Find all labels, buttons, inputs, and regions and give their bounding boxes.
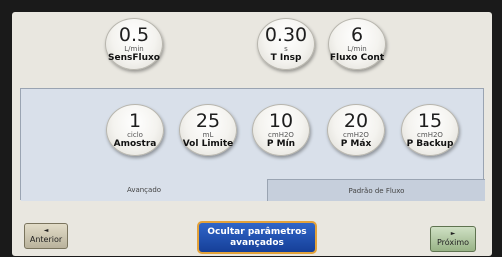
knob-label: SensFluxo <box>108 53 160 63</box>
knob-label: Fluxo Cont <box>329 53 385 63</box>
arrow-right-icon: ► <box>450 230 456 237</box>
knob-unit: L/min <box>347 45 367 53</box>
knob-value: 1 <box>128 110 142 132</box>
tab-advanced[interactable]: Avançado <box>21 179 267 201</box>
arrow-left-icon: ◄ <box>43 227 49 234</box>
knob-value: 0.30 <box>264 24 308 46</box>
knob-p-min[interactable]: 10 cmH2O P Mín <box>252 104 310 156</box>
knob-unit: L/min <box>124 45 144 53</box>
knob-label: Vol Limite <box>182 139 234 149</box>
knob-value: 25 <box>195 110 221 132</box>
previous-button-label: Anterior <box>29 235 63 244</box>
knob-value: 20 <box>343 110 369 132</box>
knob-p-backup[interactable]: 15 cmH2O P Backup <box>401 104 459 156</box>
knob-t-insp[interactable]: 0.30 s T Insp <box>257 18 315 70</box>
hide-advanced-parameters-button[interactable]: Ocultar parâmetros avançados <box>197 221 317 254</box>
knob-p-max[interactable]: 20 cmH2O P Máx <box>327 104 385 156</box>
hide-button-line1: Ocultar parâmetros <box>207 227 307 237</box>
knob-sens-fluxo[interactable]: 0.5 L/min SensFluxo <box>105 18 163 70</box>
knob-fluxo-cont[interactable]: 6 L/min Fluxo Cont <box>328 18 386 70</box>
knob-unit: mL <box>202 131 214 139</box>
knob-label: P Máx <box>340 139 372 149</box>
knob-label: Amostra <box>113 139 157 149</box>
knob-value: 0.5 <box>118 24 150 46</box>
knob-vol-limite[interactable]: 25 mL Vol Limite <box>179 104 237 156</box>
knob-value: 10 <box>268 110 294 132</box>
knob-label: P Mín <box>266 139 296 149</box>
advanced-parameters-panel: 1 ciclo Amostra 25 mL Vol Limite 10 cmH2… <box>20 88 485 201</box>
tab-flow-pattern[interactable]: Padrão de Fluxo <box>267 179 485 201</box>
knob-unit: cmH2O <box>268 131 294 139</box>
ventilator-screen: 0.5 L/min SensFluxo 0.30 s T Insp 6 L/mi… <box>12 12 492 256</box>
knob-unit: cmH2O <box>343 131 369 139</box>
knob-label: T Insp <box>270 53 302 63</box>
next-button[interactable]: ► Próximo <box>430 226 476 252</box>
tab-advanced-label: Avançado <box>126 186 162 194</box>
tab-flow-pattern-label: Padrão de Fluxo <box>348 186 405 195</box>
knob-amostra[interactable]: 1 ciclo Amostra <box>106 104 164 156</box>
knob-value: 6 <box>350 24 364 46</box>
hide-button-line2: avançados <box>230 238 284 248</box>
previous-button[interactable]: ◄ Anterior <box>24 223 68 249</box>
knob-unit: ciclo <box>127 131 143 139</box>
knob-unit: cmH2O <box>417 131 443 139</box>
knob-label: P Backup <box>406 139 454 149</box>
knob-unit: s <box>284 45 288 53</box>
knob-value: 15 <box>417 110 443 132</box>
next-button-label: Próximo <box>436 238 470 247</box>
